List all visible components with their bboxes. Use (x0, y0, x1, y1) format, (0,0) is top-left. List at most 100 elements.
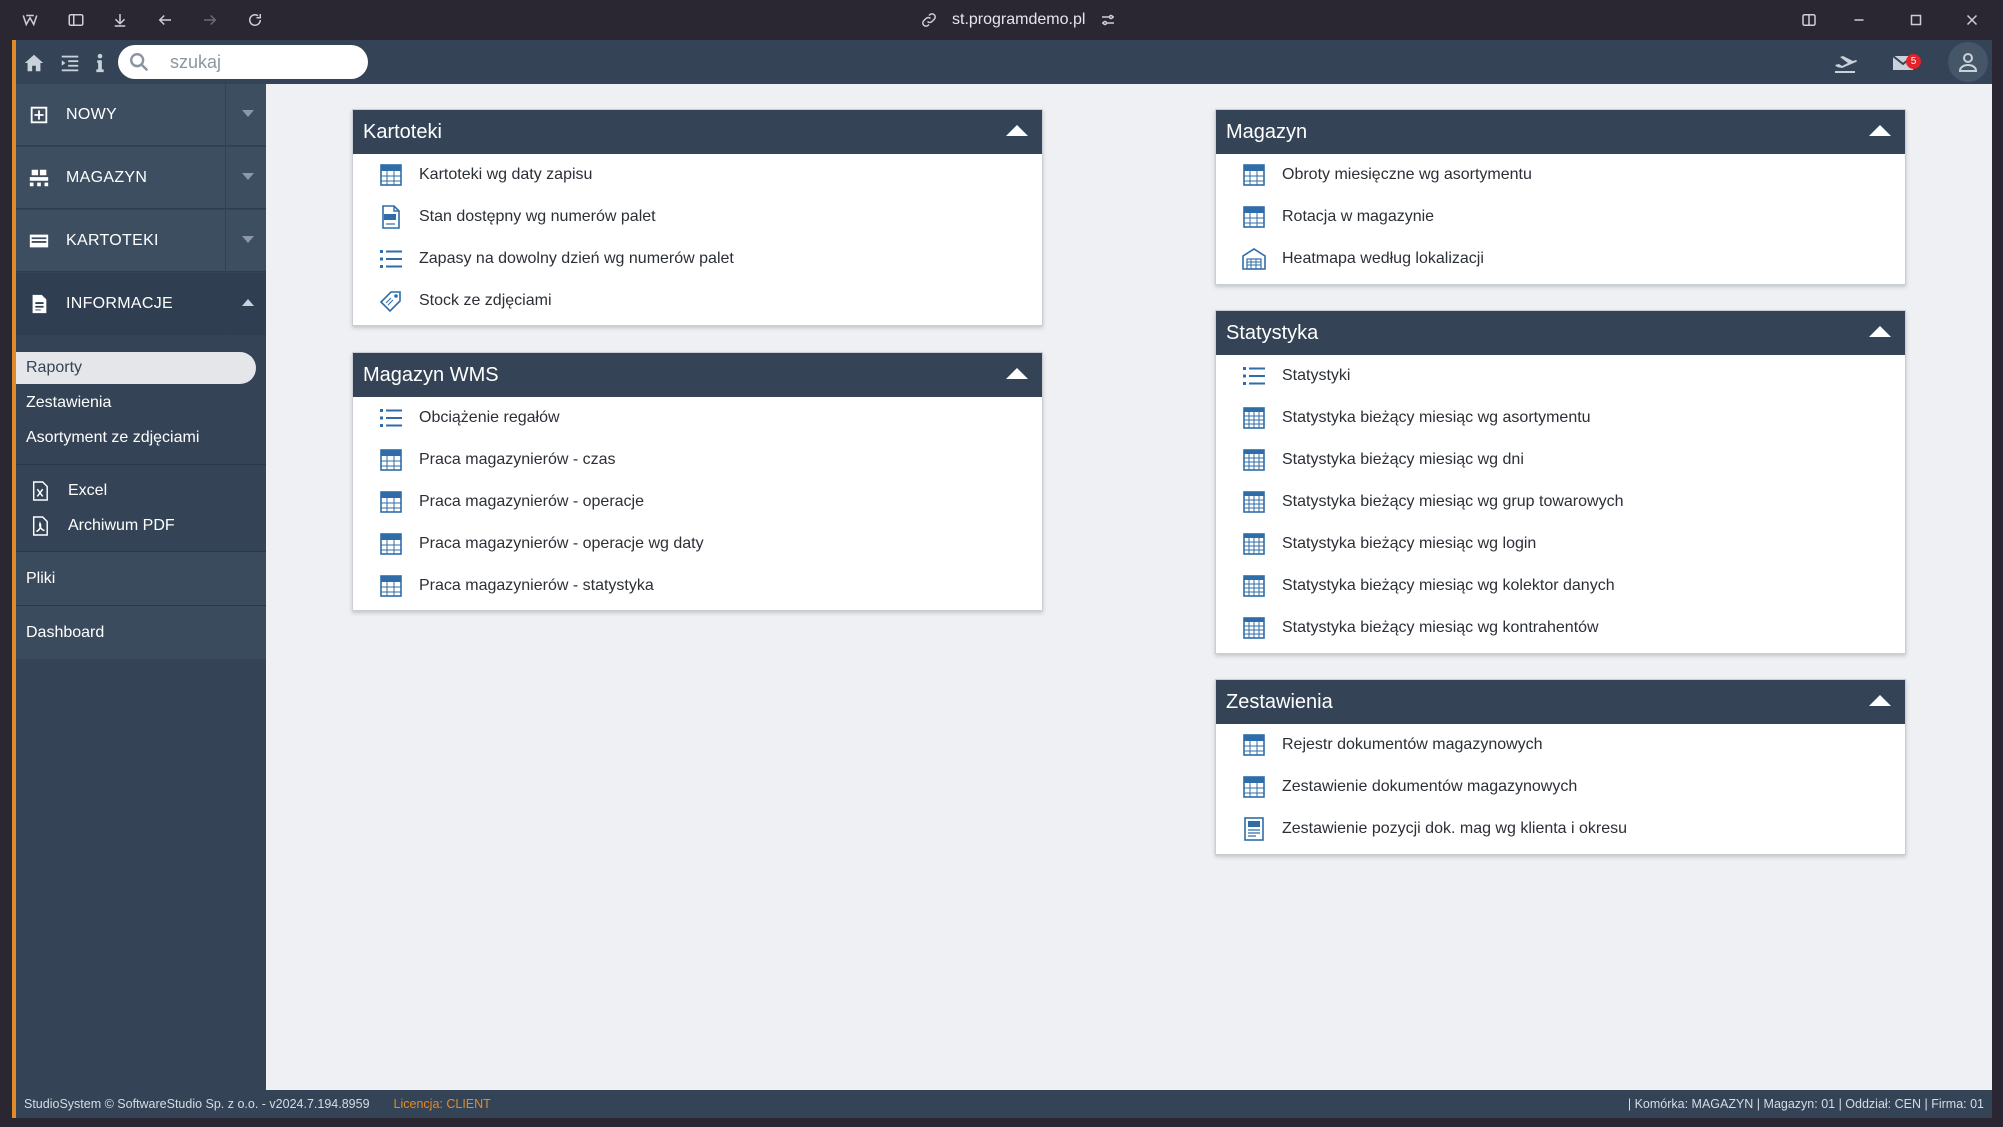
reload-icon[interactable] (243, 8, 267, 32)
footer-copyright: StudioSystem © SoftwareStudio Sp. z o.o.… (24, 1097, 370, 1111)
report-link-label[interactable]: Stock ze zdjęciami (419, 292, 552, 310)
report-link-label[interactable]: Zestawienie pozycji dok. mag wg klienta … (1282, 820, 1627, 838)
report-link-label[interactable]: Zapasy na dowolny dzień wg numerów palet (419, 250, 734, 268)
split-view-icon[interactable] (1797, 8, 1821, 32)
report-link[interactable]: Statystyka bieżący miesiąc wg grup towar… (1216, 481, 1905, 523)
sidebar-item-archiwum-pdf[interactable]: Archiwum PDF (16, 510, 256, 542)
menu-indent-icon[interactable] (58, 51, 82, 75)
report-link[interactable]: Zapasy na dowolny dzień wg numerów palet (353, 238, 1042, 280)
home-icon[interactable] (22, 51, 46, 75)
report-link[interactable]: Statystyka bieżący miesiąc wg kolektor d… (1216, 565, 1905, 607)
report-link-label[interactable]: Rotacja w magazynie (1282, 208, 1434, 226)
report-link-label[interactable]: Statystyki (1282, 367, 1350, 385)
report-link[interactable]: Zestawienie dokumentów magazynowych (1216, 766, 1905, 808)
report-link-label[interactable]: Rejestr dokumentów magazynowych (1282, 736, 1543, 754)
collapse-icon[interactable] (1006, 125, 1028, 136)
report-link[interactable]: Heatmapa według lokalizacji (1216, 238, 1905, 280)
report-link[interactable]: Rotacja w magazynie (1216, 196, 1905, 238)
chevron-down-icon[interactable] (242, 110, 254, 117)
sidebar-item-pliki[interactable]: Pliki (16, 563, 256, 595)
pdf-file-icon (30, 515, 50, 537)
url-text[interactable]: st.programdemo.pl (952, 11, 1085, 29)
report-link[interactable]: Zestawienie pozycji dok. mag wg klienta … (1216, 808, 1905, 850)
panel-magazyn: Magazyn Obroty miesięczne wg asortymentu… (1215, 109, 1906, 285)
plane-icon[interactable] (1830, 48, 1860, 78)
sidebar-item-zestawienia[interactable]: Zestawienia (16, 387, 256, 419)
pallet-icon (26, 165, 52, 191)
sidebar-dashboard[interactable]: Dashboard (16, 606, 266, 659)
report-link[interactable]: Obciążenie regałów (353, 397, 1042, 439)
browser-logo-icon[interactable] (18, 8, 42, 32)
report-link[interactable]: Statystyka bieżący miesiąc wg dni (1216, 439, 1905, 481)
nav-group-nowy[interactable]: NOWY (16, 84, 266, 146)
report-link-label[interactable]: Stan dostępny wg numerów palet (419, 208, 656, 226)
collapse-icon[interactable] (1869, 695, 1891, 706)
report-link-label[interactable]: Praca magazynierów - operacje wg daty (419, 535, 704, 553)
mail-badge: 5 (1906, 54, 1921, 69)
panel-header: Statystyka (1216, 311, 1905, 355)
info-icon[interactable] (88, 51, 112, 75)
browser-toolbar: st.programdemo.pl (0, 0, 2003, 40)
report-link[interactable]: Obroty miesięczne wg asortymentu (1216, 154, 1905, 196)
site-settings-icon[interactable] (1099, 11, 1117, 29)
user-avatar[interactable] (1948, 42, 1988, 82)
sidebar-toggle-icon[interactable] (64, 8, 88, 32)
report-link[interactable]: Statystyki (1216, 355, 1905, 397)
card-list-icon (26, 228, 52, 254)
report-link-label[interactable]: Obciążenie regałów (419, 409, 560, 427)
search-box[interactable] (118, 45, 368, 79)
mail-icon[interactable]: 5 (1888, 48, 1921, 78)
app-window: 5 NOWY MAGAZYN KARTOTEKI (12, 40, 1992, 1118)
report-link[interactable]: Statystyka bieżący miesiąc wg asortyment… (1216, 397, 1905, 439)
report-link-label[interactable]: Statystyka bieżący miesiąc wg asortyment… (1282, 409, 1591, 427)
nav-group-kartoteki[interactable]: KARTOTEKI (16, 210, 266, 272)
search-input[interactable] (170, 51, 340, 73)
report-link-label[interactable]: Zestawienie dokumentów magazynowych (1282, 778, 1577, 796)
nav-group-label: NOWY (66, 105, 117, 123)
report-link-label[interactable]: Obroty miesięczne wg asortymentu (1282, 166, 1532, 184)
xls-icon (377, 488, 405, 516)
report-link-label[interactable]: Praca magazynierów - statystyka (419, 577, 654, 595)
report-link-label[interactable]: Kartoteki wg daty zapisu (419, 166, 592, 184)
sidebar-item-asortyment[interactable]: Asortyment ze zdjęciami (16, 422, 256, 454)
chevron-up-icon[interactable] (242, 299, 254, 306)
sidebar-item-label: Excel (68, 482, 108, 499)
report-link[interactable]: Statystyka bieżący miesiąc wg login (1216, 523, 1905, 565)
download-icon[interactable] (108, 8, 132, 32)
nav-group-magazyn[interactable]: MAGAZYN (16, 147, 266, 209)
report-link[interactable]: Statystyka bieżący miesiąc wg kontrahent… (1216, 607, 1905, 649)
report-link[interactable]: Praca magazynierów - operacje wg daty (353, 523, 1042, 565)
maximize-icon[interactable] (1904, 8, 1928, 32)
report-link[interactable]: Kartoteki wg daty zapisu (353, 154, 1042, 196)
report-link[interactable]: Praca magazynierów - operacje (353, 481, 1042, 523)
address-bar[interactable]: st.programdemo.pl (920, 8, 1117, 32)
chevron-down-icon[interactable] (242, 173, 254, 180)
chevron-down-icon[interactable] (242, 236, 254, 243)
report-link-label[interactable]: Praca magazynierów - czas (419, 451, 616, 469)
sidebar-item-dashboard[interactable]: Dashboard (16, 617, 256, 649)
back-arrow-icon[interactable] (153, 8, 177, 32)
sidebar-item-excel[interactable]: Excel (16, 475, 256, 507)
status-footer: StudioSystem © SoftwareStudio Sp. z o.o.… (16, 1090, 1992, 1118)
sidebar-item-raporty[interactable]: Raporty (16, 352, 256, 384)
report-link[interactable]: Stock ze zdjęciami (353, 280, 1042, 322)
report-link-label[interactable]: Heatmapa według lokalizacji (1282, 250, 1484, 268)
report-link[interactable]: Praca magazynierów - czas (353, 439, 1042, 481)
sidebar-pliki[interactable]: Pliki (16, 552, 266, 605)
report-link-label[interactable]: Statystyka bieżący miesiąc wg kontrahent… (1282, 619, 1599, 637)
report-link-label[interactable]: Statystyka bieżący miesiąc wg grup towar… (1282, 493, 1623, 511)
collapse-icon[interactable] (1869, 125, 1891, 136)
report-link[interactable]: Stan dostępny wg numerów palet (353, 196, 1042, 238)
nav-group-informacje[interactable]: INFORMACJE (16, 273, 266, 335)
forward-arrow-icon[interactable] (198, 8, 222, 32)
minimize-icon[interactable] (1847, 8, 1871, 32)
report-link-label[interactable]: Statystyka bieżący miesiąc wg dni (1282, 451, 1524, 469)
report-link[interactable]: Praca magazynierów - statystyka (353, 565, 1042, 607)
collapse-icon[interactable] (1006, 368, 1028, 379)
close-icon[interactable] (1960, 8, 1984, 32)
report-link-label[interactable]: Praca magazynierów - operacje (419, 493, 644, 511)
report-link-label[interactable]: Statystyka bieżący miesiąc wg kolektor d… (1282, 577, 1615, 595)
report-link[interactable]: Rejestr dokumentów magazynowych (1216, 724, 1905, 766)
collapse-icon[interactable] (1869, 326, 1891, 337)
report-link-label[interactable]: Statystyka bieżący miesiąc wg login (1282, 535, 1536, 553)
